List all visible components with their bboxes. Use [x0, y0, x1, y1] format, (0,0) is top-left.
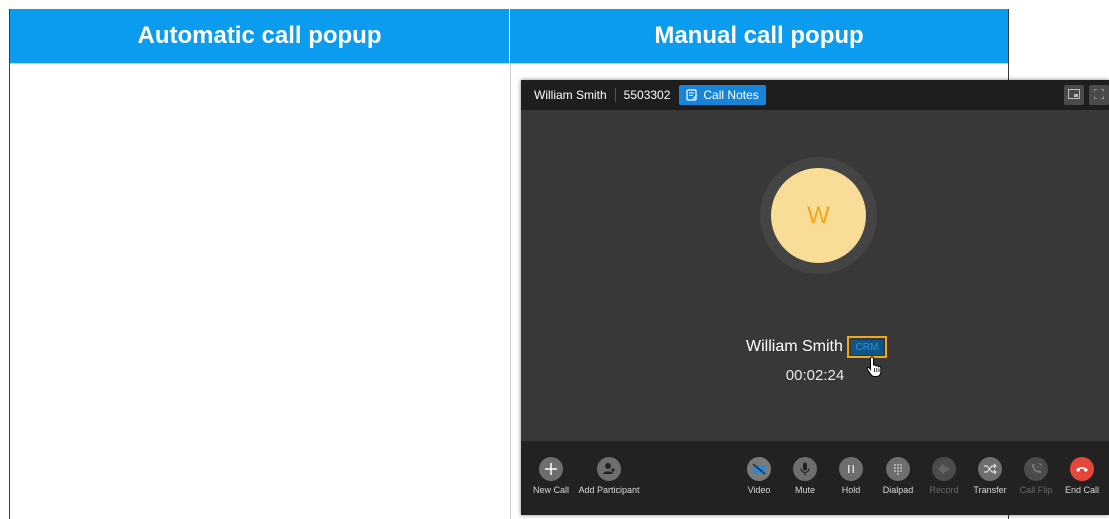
dialpad-label: Dialpad [882, 485, 914, 495]
pause-icon [839, 457, 863, 481]
avatar-ring: W [760, 157, 877, 274]
dialpad-icon [886, 457, 910, 481]
call-flip-label: Call Flip [1019, 485, 1053, 495]
new-call-button[interactable]: New Call [521, 457, 581, 495]
video-off-icon [747, 457, 771, 481]
avatar: W [771, 168, 866, 263]
record-icon [932, 457, 956, 481]
transfer-icon [978, 457, 1002, 481]
contact-row: William Smith CRM [746, 336, 887, 358]
minimize-window-button[interactable] [1064, 85, 1084, 105]
title-caller-number: 5503302 [623, 88, 671, 102]
new-call-label: New Call [532, 485, 569, 495]
minimize-window-icon [1068, 88, 1080, 102]
call-notes-button[interactable]: Call Notes [679, 85, 766, 105]
fullscreen-button[interactable] [1089, 85, 1109, 105]
notes-icon [686, 89, 698, 101]
table-header-row: Automatic call popup Manual call popup [10, 9, 1008, 63]
title-caller-name: William Smith [534, 88, 607, 102]
call-timer-value: 00:02:24 [785, 367, 845, 384]
add-participant-button[interactable]: Add Participant [578, 457, 640, 495]
fullscreen-icon [1093, 88, 1105, 102]
crm-label: CRM [850, 339, 884, 355]
title-separator [614, 88, 616, 102]
column-divider [510, 63, 511, 519]
call-toolbar: New Call Add Participant Video Mute Hold [521, 441, 1109, 515]
call-timer: 00:02:24 [521, 367, 1109, 384]
add-person-icon [597, 457, 621, 481]
transfer-label: Transfer [973, 485, 1007, 495]
contact-name: William Smith [746, 338, 843, 355]
video-label: Video [747, 485, 771, 495]
add-participant-label: Add Participant [578, 485, 640, 495]
window-controls [1064, 85, 1109, 105]
call-title-bar: William Smith 5503302 Call Notes [521, 80, 1109, 110]
microphone-icon [793, 457, 817, 481]
record-label: Record [929, 485, 959, 495]
plus-icon [539, 457, 563, 481]
row-divider [10, 63, 1008, 64]
mute-label: Mute [794, 485, 815, 495]
header-automatic-call-popup: Automatic call popup [10, 9, 510, 63]
end-call-button[interactable]: End Call [1052, 457, 1109, 495]
end-call-label: End Call [1064, 485, 1100, 495]
call-notes-label: Call Notes [703, 88, 759, 102]
header-manual-call-popup: Manual call popup [510, 9, 1008, 63]
call-flip-icon [1024, 457, 1048, 481]
hold-label: Hold [841, 485, 861, 495]
crm-button[interactable]: CRM [846, 336, 887, 358]
hang-up-icon [1070, 457, 1094, 481]
call-window: William Smith 5503302 Call Notes W Willi… [521, 80, 1109, 515]
